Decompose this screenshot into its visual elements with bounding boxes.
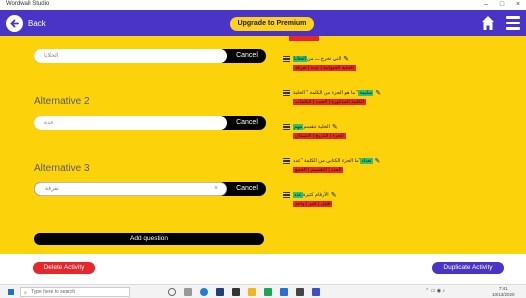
editor-panel: Cancel Alternative 2 Cancel Alternative …	[0, 36, 526, 254]
alternative-1-row: Cancel	[34, 49, 266, 63]
question-text: الخلية تنقسم	[303, 124, 330, 130]
question-item[interactable]: الخلايا التي تخرج ـــ من ✎ الخلية الحيوا…	[283, 54, 453, 72]
drag-handle-icon[interactable]	[283, 124, 290, 130]
edit-pencil-icon[interactable]: ✎	[331, 191, 337, 199]
question-text: ما الجزء الكتابي من الكلمة "عدد"	[293, 158, 360, 164]
drag-handle-icon[interactable]	[283, 56, 290, 62]
taskbar-clock[interactable]: 7:41 10/13/2020	[492, 286, 515, 298]
taskbar-search-input[interactable]: ⌕ Type here to search	[20, 287, 130, 297]
taskbar-search-placeholder: Type here to search	[31, 289, 76, 295]
task-view-icon[interactable]	[168, 288, 176, 296]
alternative-1-input[interactable]	[34, 49, 227, 63]
maximize-icon[interactable]: □	[496, 0, 508, 10]
home-icon[interactable]	[481, 15, 495, 31]
question-answers: قليل | كثير | واحد	[293, 201, 333, 207]
drag-handle-icon[interactable]	[283, 90, 290, 96]
search-icon: ⌕	[24, 290, 27, 296]
os-taskbar: ⌕ Type here to search ⌃ ▭ ◉ ♪ 7:41 10/13…	[0, 284, 526, 298]
question-answers: الخلية الحيوانية | عدة | تفرقة	[293, 65, 356, 71]
back-arrow-icon	[6, 14, 23, 32]
bottom-action-bar: Delete Activity Duplicate Activity	[0, 254, 526, 284]
alternative-2-input[interactable]	[34, 116, 227, 130]
alternative-2-label: Alternative 2	[34, 96, 90, 107]
alternative-2-row: Cancel	[34, 116, 266, 130]
previous-answer-strip	[289, 36, 319, 41]
question-text: التي تخرج ـــ من	[307, 56, 342, 62]
alternative-3-label: Alternative 3	[34, 163, 90, 174]
clear-input-icon[interactable]: ×	[214, 182, 218, 196]
window-titlebar: Wordwall Studio – □ ×	[0, 0, 526, 10]
drag-handle-icon[interactable]	[283, 158, 290, 164]
alternative-2-cancel-button[interactable]: Cancel	[228, 116, 266, 130]
close-icon[interactable]: ×	[512, 0, 524, 10]
alternative-3-input[interactable]	[34, 182, 227, 196]
edit-pencil-icon[interactable]: ✎	[375, 157, 381, 165]
question-item[interactable]: مهم الخلية تنقسم ✎ الجزء | التاريخ | الا…	[283, 122, 453, 140]
mail-icon[interactable]	[232, 288, 240, 296]
window-title: Wordwall Studio	[6, 1, 50, 7]
alternative-1-cancel-button[interactable]: Cancel	[228, 49, 266, 63]
back-button[interactable]: Back	[6, 14, 46, 32]
question-text: الأرقام كثيرة	[302, 192, 329, 198]
hamburger-menu-icon[interactable]	[506, 16, 520, 30]
app-header: Back Upgrade to Premium	[0, 10, 526, 36]
question-highlight: سليمة	[358, 90, 374, 96]
taskbar-app-icon[interactable]	[264, 288, 272, 296]
edit-pencil-icon[interactable]: ✎	[343, 55, 349, 63]
question-item[interactable]: ما الجزء الكتابي من الكلمة "عدد" تعداد ✎…	[283, 156, 453, 174]
edge-browser-icon[interactable]	[200, 288, 208, 296]
taskbar-app-icon[interactable]	[312, 288, 320, 296]
alternative-3-row: × Cancel	[34, 182, 266, 196]
edit-pencil-icon[interactable]: ✎	[332, 123, 338, 131]
edit-pencil-icon[interactable]: ✎	[375, 89, 381, 97]
file-explorer-icon[interactable]	[248, 288, 256, 296]
back-label: Back	[28, 18, 46, 28]
question-text: ما هو الجزء من الكلمة " الخلية "	[293, 90, 359, 96]
windows-start-icon[interactable]	[8, 289, 14, 295]
add-question-button[interactable]: Add question	[34, 233, 264, 245]
question-answers: الكلمة المذكورة | العيب | الكلمات	[293, 99, 367, 105]
taskbar-app-icon[interactable]	[296, 288, 304, 296]
question-answers: العدد | التقسيم | الجمع	[293, 167, 344, 173]
drag-handle-icon[interactable]	[283, 192, 290, 198]
store-icon[interactable]	[216, 288, 224, 296]
taskbar-app-icon[interactable]	[280, 288, 288, 296]
question-highlight: الخلايا	[293, 56, 308, 62]
delete-activity-button[interactable]: Delete Activity	[33, 262, 95, 274]
alternative-3-cancel-button[interactable]: Cancel	[228, 182, 266, 196]
system-tray-icons[interactable]: ⌃ ▭ ◉ ♪	[425, 288, 445, 294]
question-answers: الجزء | التاريخ | الاشكال	[293, 133, 346, 139]
duplicate-activity-button[interactable]: Duplicate Activity	[432, 262, 504, 274]
question-item[interactable]: ما هو الجزء من الكلمة " الخلية " سليمة ✎…	[283, 88, 453, 106]
question-highlight: تعداد	[360, 158, 373, 164]
question-item[interactable]: عدد الأرقام كثيرة ✎ قليل | كثير | واحد	[283, 190, 453, 208]
taskbar-app-icon[interactable]	[184, 288, 192, 296]
minimize-icon[interactable]: –	[480, 0, 492, 10]
taskbar-date: 10/13/2020	[492, 292, 515, 297]
upgrade-premium-button[interactable]: Upgrade to Premium	[230, 17, 314, 31]
question-highlight: مهم	[293, 124, 304, 130]
question-highlight: عدد	[293, 192, 303, 198]
